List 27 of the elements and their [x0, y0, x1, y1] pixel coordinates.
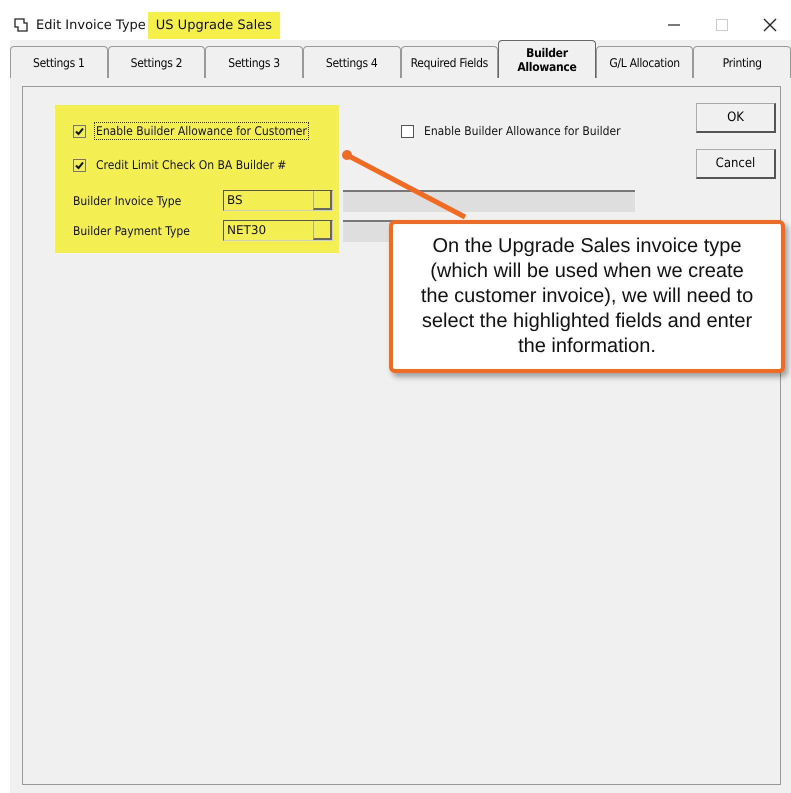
- highlighted-title: US Upgrade Sales: [148, 12, 280, 38]
- checkbox-label[interactable]: Enable Builder Allowance for Customer: [94, 122, 309, 140]
- checkbox[interactable]: [73, 124, 86, 138]
- tab[interactable]: Settings 3: [205, 46, 303, 78]
- combo-field[interactable]: BS: [223, 190, 333, 211]
- tab[interactable]: G/L Allocation: [596, 46, 694, 78]
- checkbox[interactable]: [401, 124, 414, 138]
- window-title: Edit Invoice Type: [35, 16, 147, 34]
- checkbox[interactable]: [73, 158, 86, 172]
- checkbox-label[interactable]: Enable Builder Allowance for Builder: [422, 122, 623, 140]
- field-label: Builder Payment Type: [73, 224, 191, 238]
- close-icon[interactable]: [763, 18, 777, 32]
- combo-field[interactable]: NET30: [223, 220, 333, 241]
- callout-tooltip: On the Upgrade Sales invoice type (which will be used when we create the customer invoice), we will need to select the highlighted fields and enter the information.: [389, 220, 785, 373]
- window-icon: [14, 18, 28, 32]
- tab[interactable]: Printing: [693, 46, 791, 78]
- checkbox-label[interactable]: Credit Limit Check On BA Builder #: [94, 156, 288, 174]
- dropdown-button[interactable]: [313, 191, 332, 210]
- cancel-button[interactable]: Cancel: [696, 149, 776, 179]
- ok-button[interactable]: OK: [696, 103, 776, 133]
- field-label: Builder Invoice Type: [73, 194, 182, 208]
- tab[interactable]: Settings 2: [108, 46, 206, 78]
- tab[interactable]: Required Fields: [400, 46, 498, 78]
- dropdown-button[interactable]: [313, 221, 332, 240]
- tab[interactable]: Builder Allowance: [498, 40, 596, 78]
- tab[interactable]: Settings 4: [302, 46, 400, 78]
- tab[interactable]: Settings 1: [10, 46, 108, 78]
